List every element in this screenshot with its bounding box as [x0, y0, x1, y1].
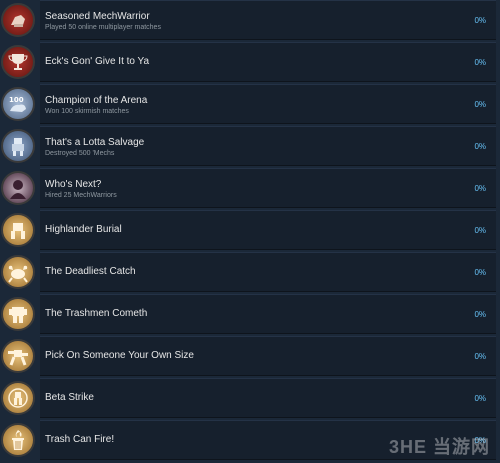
achievement-description: Won 100 skirmish matches — [45, 108, 129, 115]
achievement-icon-cell — [0, 294, 36, 334]
achievement-row[interactable]: Eck's Gon' Give It to Ya 0% — [0, 42, 500, 82]
achievement-icon-cell — [0, 0, 36, 40]
trash-can-fire-icon — [1, 423, 35, 457]
achievement-icon-cell: 100 — [0, 84, 36, 124]
achievement-percent: 0% — [474, 394, 486, 403]
achievement-percent: 0% — [474, 142, 486, 151]
site-watermark: 3HE 当游网 — [388, 437, 490, 457]
achievement-title: Highlander Burial — [45, 224, 122, 235]
mech-arm-icon — [1, 3, 35, 37]
achievement-row[interactable]: That's a Lotta Salvage Destroyed 500 'Me… — [0, 126, 500, 166]
crab-mech-icon — [1, 255, 35, 289]
achievement-title: Seasoned MechWarrior — [45, 11, 150, 22]
achievement-icon-cell — [0, 210, 36, 250]
achievement-title: The Deadliest Catch — [45, 266, 136, 277]
achievement-row[interactable]: The Deadliest Catch 0% — [0, 252, 500, 292]
achievement-percent: 0% — [474, 184, 486, 193]
achievement-title: Champion of the Arena — [45, 95, 148, 106]
achievement-icon-cell — [0, 420, 36, 460]
achievement-percent: 0% — [474, 352, 486, 361]
achievement-details: Champion of the Arena Won 100 skirmish m… — [40, 84, 496, 124]
pilot-silhouette-icon — [1, 171, 35, 205]
achievement-title: Who's Next? — [45, 179, 102, 190]
achievement-icon-cell — [0, 378, 36, 418]
achievement-row[interactable]: 100 Champion of the Arena Won 100 skirmi… — [0, 84, 500, 124]
achievement-percent: 0% — [474, 16, 486, 25]
achievement-percent: 0% — [474, 226, 486, 235]
achievement-row[interactable]: Seasoned MechWarrior Played 50 online mu… — [0, 0, 500, 40]
achievement-details: The Deadliest Catch 0% — [40, 252, 496, 292]
achievement-details: Eck's Gon' Give It to Ya 0% — [40, 42, 496, 82]
achievement-description: Played 50 online multiplayer matches — [45, 24, 161, 31]
achievement-row[interactable]: Who's Next? Hired 25 MechWarriors 0% — [0, 168, 500, 208]
achievement-icon-cell — [0, 126, 36, 166]
beta-strike-mech-icon — [1, 381, 35, 415]
achievement-title: Trash Can Fire! — [45, 434, 115, 445]
achievement-title: Beta Strike — [45, 392, 94, 403]
achievement-percent: 0% — [474, 58, 486, 67]
achievement-details: The Trashmen Cometh 0% — [40, 294, 496, 334]
trash-mech-icon — [1, 297, 35, 331]
svg-text:100: 100 — [9, 96, 24, 104]
achievement-title: Eck's Gon' Give It to Ya — [45, 56, 150, 67]
achievement-percent: 0% — [474, 310, 486, 319]
achievement-row[interactable]: Pick On Someone Your Own Size 0% — [0, 336, 500, 376]
achievement-icon-cell — [0, 168, 36, 208]
achievement-icon-cell — [0, 252, 36, 292]
achievement-details: Pick On Someone Your Own Size 0% — [40, 336, 496, 376]
achievement-details: Highlander Burial 0% — [40, 210, 496, 250]
achievement-description: Destroyed 500 'Mechs — [45, 150, 115, 157]
punching-mech-icon — [1, 339, 35, 373]
achievement-icon-cell — [0, 42, 36, 82]
achievement-title: That's a Lotta Salvage — [45, 137, 145, 148]
achievement-percent: 0% — [474, 268, 486, 277]
achievement-row[interactable]: The Trashmen Cometh 0% — [0, 294, 500, 334]
achievement-details: Beta Strike 0% — [40, 378, 496, 418]
mech-stomp-icon — [1, 213, 35, 247]
achievement-row[interactable]: Highlander Burial 0% — [0, 210, 500, 250]
trophy-icon — [1, 45, 35, 79]
achievement-details: Who's Next? Hired 25 MechWarriors 0% — [40, 168, 496, 208]
achievement-percent: 0% — [474, 100, 486, 109]
achievement-title: Pick On Someone Your Own Size — [45, 350, 194, 361]
achievement-details: That's a Lotta Salvage Destroyed 500 'Me… — [40, 126, 496, 166]
achievement-description: Hired 25 MechWarriors — [45, 192, 117, 199]
salvage-mech-icon — [1, 129, 35, 163]
achievement-title: The Trashmen Cometh — [45, 308, 148, 319]
achievement-icon-cell — [0, 336, 36, 376]
achievement-list: Seasoned MechWarrior Played 50 online mu… — [0, 0, 500, 463]
flexing-arm-100-icon: 100 — [1, 87, 35, 121]
achievement-details: Seasoned MechWarrior Played 50 online mu… — [40, 0, 496, 40]
achievement-row[interactable]: Beta Strike 0% — [0, 378, 500, 418]
